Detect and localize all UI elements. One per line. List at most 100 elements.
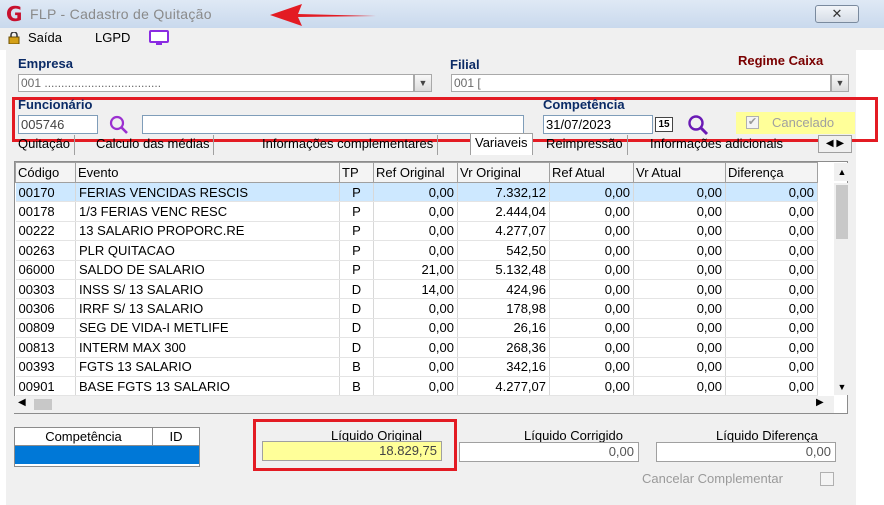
- table-cell: 00809: [15, 318, 76, 339]
- table-cell: 0,00: [725, 221, 818, 242]
- grid-vscroll-thumb[interactable]: [836, 185, 848, 239]
- table-row[interactable]: 00813 INTERM MAX 300 D 0,00 268,36 0,00 0,00 0,…: [15, 337, 818, 358]
- table-cell: FGTS 13 SALARIO: [75, 357, 340, 377]
- table-cell: 0,00: [373, 376, 458, 397]
- table-cell: 0,00: [373, 240, 458, 261]
- filial-select[interactable]: 001 [: [451, 74, 831, 92]
- table-cell: 0,00: [633, 260, 726, 280]
- table-cell: D: [339, 337, 374, 358]
- grid-header-cell[interactable]: Código: [15, 162, 76, 183]
- tab-calculo-medias[interactable]: Calculo das médias: [92, 135, 215, 155]
- table-cell: 7.332,12: [457, 182, 550, 203]
- window-title: FLP - Cadastro de Quitação: [30, 6, 212, 22]
- competencia-search-icon[interactable]: [686, 114, 710, 136]
- table-cell: 00178: [15, 201, 76, 222]
- liquido-diferenca-label: Líquido Diferença: [716, 428, 818, 443]
- table-cell: 0,00: [633, 376, 726, 397]
- empresa-label: Empresa: [18, 56, 73, 71]
- exit-button[interactable]: Saída: [28, 30, 62, 45]
- funcionario-name-input[interactable]: [142, 115, 524, 134]
- grid-vertical-scrollbar[interactable]: ▲ ▼: [834, 163, 850, 395]
- monitor-icon[interactable]: [148, 30, 172, 46]
- lgpd-button[interactable]: LGPD: [95, 30, 130, 45]
- table-cell: 14,00: [373, 279, 458, 300]
- table-cell: 0,00: [549, 260, 634, 280]
- table-row[interactable]: 06000 SALDO DE SALARIO P 21,00 5.132,48 0,00 0…: [15, 260, 818, 280]
- grid-horizontal-scrollbar[interactable]: ◀ ▶: [14, 396, 834, 413]
- table-row[interactable]: 00306 IRRF S/ 13 SALARIO D 0,00 178,98 0,00 0,…: [15, 298, 818, 319]
- grid-header-cell[interactable]: Ref Original: [373, 162, 458, 183]
- events-grid: Código Evento TP Ref Original Vr Original Ref…: [14, 161, 848, 414]
- table-cell: 0,00: [725, 376, 818, 397]
- table-cell: FERIAS VENCIDAS RESCIS: [75, 182, 340, 203]
- table-cell: 4.277,07: [457, 221, 550, 242]
- tab-scroll-arrows[interactable]: ◀ ▶: [818, 135, 852, 153]
- grid-hscroll-thumb[interactable]: [34, 399, 52, 410]
- competencia-date-input[interactable]: 31/07/2023: [543, 115, 653, 134]
- cancelado-checkbox-area[interactable]: ✔ Cancelado: [736, 112, 855, 134]
- table-row[interactable]: 00303 INSS S/ 13 SALARIO D 14,00 424,96 0,00 0…: [15, 279, 818, 300]
- table-cell: 1/3 FERIAS VENC RESC: [75, 201, 340, 222]
- scroll-up-icon[interactable]: ▲: [834, 163, 850, 181]
- table-row[interactable]: 00393 FGTS 13 SALARIO B 0,00 342,16 0,00 0,00 0…: [15, 357, 818, 377]
- filial-dropdown-icon[interactable]: ▼: [831, 74, 849, 92]
- table-cell: 0,00: [373, 357, 458, 377]
- table-row[interactable]: 00809 SEG DE VIDA-I METLIFE D 0,00 26,16 0,00…: [15, 318, 818, 339]
- table-cell: 13 SALARIO PROPORC.RE: [75, 221, 340, 242]
- table-cell: SEG DE VIDA-I METLIFE: [75, 318, 340, 339]
- competencia-selected-row[interactable]: [15, 446, 199, 464]
- cancelar-complementar-checkbox[interactable]: [820, 472, 834, 486]
- scroll-right-icon[interactable]: ▶: [816, 397, 824, 408]
- tab-variaveis[interactable]: Variaveis: [470, 133, 533, 155]
- table-row[interactable]: 00178 1/3 FERIAS VENC RESC P 0,00 2.444,04 0,…: [15, 201, 818, 222]
- table-cell: 0,00: [633, 201, 726, 222]
- grid-header-cell[interactable]: Evento: [75, 162, 340, 183]
- table-row[interactable]: 00222 13 SALARIO PROPORC.RE P 0,00 4.277,07 0…: [15, 221, 818, 242]
- table-cell: 0,00: [373, 182, 458, 203]
- regime-caixa-label: Regime Caixa: [738, 53, 824, 68]
- table-row[interactable]: 00263 PLR QUITACAO P 0,00 542,50 0,00 0,00 0,00: [15, 240, 818, 261]
- scroll-down-icon[interactable]: ▼: [834, 379, 850, 395]
- competencia-column-header[interactable]: Competência: [15, 428, 153, 446]
- table-cell: 06000: [15, 260, 76, 280]
- table-cell: 542,50: [457, 240, 550, 261]
- empresa-select[interactable]: 001 ...................................: [18, 74, 414, 92]
- table-row[interactable]: 00170 FERIAS VENCIDAS RESCIS P 0,00 7.332,12…: [15, 182, 818, 203]
- table-cell: 0,00: [373, 337, 458, 358]
- grid-header-cell[interactable]: Ref Atual: [549, 162, 634, 183]
- table-cell: SALDO DE SALARIO: [75, 260, 340, 280]
- id-column-header[interactable]: ID: [153, 428, 199, 446]
- table-cell: 00813: [15, 337, 76, 358]
- grid-header-cell[interactable]: Vr Atual: [633, 162, 726, 183]
- table-cell: P: [339, 221, 374, 242]
- tab-quitacao[interactable]: Quitação: [14, 135, 76, 155]
- table-row[interactable]: 00901 BASE FGTS 13 SALARIO B 0,00 4.277,07 0,…: [15, 376, 818, 397]
- grid-header-cell[interactable]: Diferença: [725, 162, 818, 183]
- funcionario-code-input[interactable]: 005746: [18, 115, 98, 134]
- grid-header-cell[interactable]: Vr Original: [457, 162, 550, 183]
- scroll-left-icon[interactable]: ◀: [18, 397, 26, 408]
- cancelado-checkbox[interactable]: ✔: [746, 116, 759, 129]
- table-cell: 0,00: [549, 221, 634, 242]
- lock-icon[interactable]: [8, 32, 20, 44]
- close-button[interactable]: ✕: [815, 5, 859, 23]
- table-cell: P: [339, 260, 374, 280]
- table-cell: PLR QUITACAO: [75, 240, 340, 261]
- table-cell: 0,00: [633, 221, 726, 242]
- liquido-diferenca-field: 0,00: [656, 442, 836, 462]
- tab-informacoes-adicionais[interactable]: Informações adicionais: [646, 135, 787, 155]
- calendar-icon[interactable]: 15: [655, 117, 673, 132]
- liquido-corrigido-field: 0,00: [459, 442, 639, 462]
- search-icon[interactable]: [108, 115, 130, 135]
- table-cell: 21,00: [373, 260, 458, 280]
- tab-reimpressao[interactable]: Reimpressão: [542, 135, 628, 155]
- table-cell: 0,00: [633, 240, 726, 261]
- funcionario-label: Funcionário: [18, 97, 93, 112]
- table-cell: 0,00: [725, 357, 818, 377]
- table-cell: 00306: [15, 298, 76, 319]
- table-cell: 0,00: [549, 240, 634, 261]
- empresa-dropdown-icon[interactable]: ▼: [414, 74, 432, 92]
- table-cell: 178,98: [457, 298, 550, 319]
- grid-header-cell[interactable]: TP: [339, 162, 374, 183]
- tab-informacoes-complementares[interactable]: Informações complementares: [258, 135, 439, 155]
